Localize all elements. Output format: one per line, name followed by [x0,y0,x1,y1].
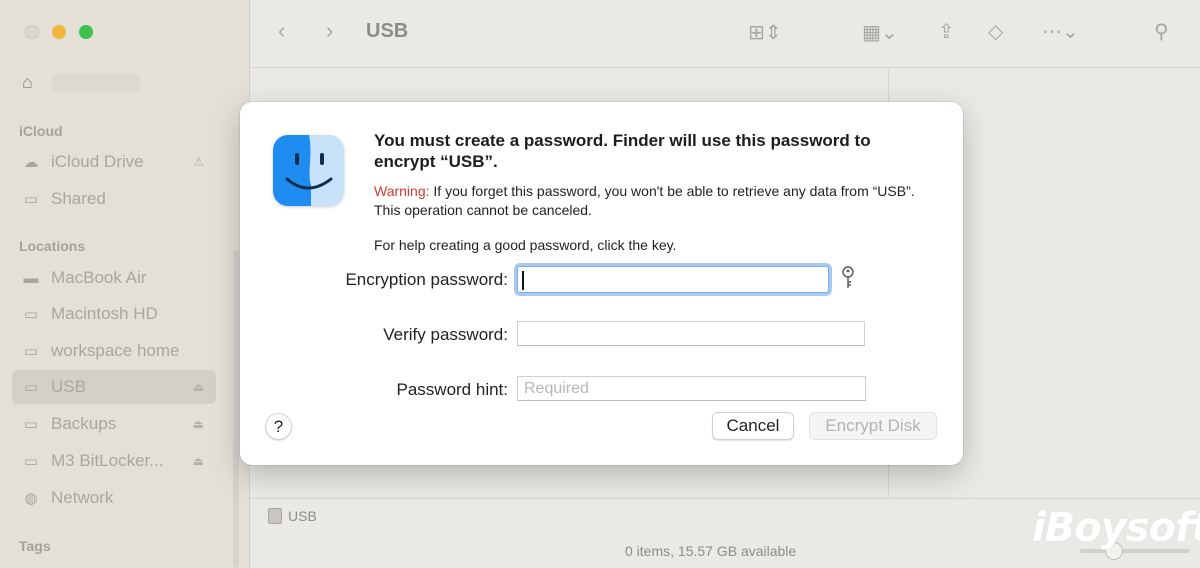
sidebar-item-network[interactable]: ◍ Network [12,481,216,515]
sidebar-section-icloud: iCloud [19,123,63,139]
tag-icon[interactable]: ◇ [988,19,1003,44]
window-title: USB [366,20,409,42]
network-drive-icon: ▭ [23,343,39,360]
sidebar-item-label: M3 BitLocker... [51,451,164,470]
sidebar-item-macintosh-hd[interactable]: ▭ Macintosh HD [12,297,216,331]
home-icon: ⌂ [22,72,33,92]
warning-message: Warning: If you forget this password, yo… [374,182,934,220]
sidebar-item-label: workspace home [51,341,180,360]
sidebar-item-label: iCloud Drive [51,152,144,171]
back-icon[interactable]: ‹ [278,18,285,44]
shared-folder-icon: ▭ [23,191,39,208]
drive-icon: ▭ [23,306,39,323]
sidebar-item-label: Network [51,488,114,507]
encryption-password-label: Encryption password: [345,270,508,289]
sidebar-item-label: Macintosh HD [51,304,158,323]
sidebar-item-backups[interactable]: ▭ Backups ⏏ [12,407,216,441]
dialog-headline: You must create a password. Finder will … [374,131,871,171]
finder-sidebar: ⌂ iCloud ☁ iCloud Drive ⚠ ▭ Shared Locat… [0,0,250,568]
external-drive-icon: ▭ [23,379,39,396]
iboysoft-watermark: iBoysoft [1032,505,1200,551]
external-drive-icon: ▭ [23,416,39,433]
sidebar-section-tags: Tags [19,538,51,554]
more-actions-icon[interactable]: ⋯⌄ [1042,19,1079,44]
forward-icon[interactable]: › [326,18,333,44]
sidebar-item-label: USB [51,377,86,396]
sidebar-item-icloud-drive[interactable]: ☁ iCloud Drive ⚠ [12,145,216,179]
verify-password-field[interactable] [517,321,865,346]
verify-password-label: Verify password: [383,325,508,344]
sidebar-section-locations: Locations [19,238,86,254]
disk-icon [268,507,282,524]
warning-label: Warning: [374,183,430,199]
finder-toolbar: ‹ › USB ⊞⇕ ▦⌄ ⇪ ◇ ⋯⌄ ⚲ [250,0,1200,68]
sidebar-item-label: Shared [51,189,106,208]
sidebar-item-m3-bitlocker[interactable]: ▭ M3 BitLocker... ⏏ [12,444,216,478]
sidebar-item-usb[interactable]: ▭ USB ⏏ [12,370,216,404]
key-icon[interactable] [840,266,856,290]
external-drive-icon: ▭ [23,453,39,470]
cloud-icon: ☁ [23,154,39,171]
password-hint-field[interactable] [517,376,866,401]
text-caret [522,271,524,290]
eject-icon[interactable]: ⏏ [193,417,204,431]
password-hint-label: Password hint: [396,380,509,399]
search-icon[interactable]: ⚲ [1154,19,1169,44]
finder-app-icon [273,135,344,206]
path-bar-item[interactable]: USB [288,508,317,524]
sidebar-item-workspace-home[interactable]: ▭ workspace home [12,334,216,368]
eject-icon[interactable]: ⏏ [193,380,204,394]
close-window-button[interactable] [25,25,39,39]
help-button[interactable]: ? [265,413,292,440]
eject-icon[interactable]: ⏏ [193,454,204,468]
zoom-window-button[interactable] [79,25,93,39]
share-icon[interactable]: ⇪ [938,19,955,44]
warning-text: If you forget this password, you won't b… [374,183,915,218]
sidebar-item-label: MacBook Air [51,268,147,287]
minimize-window-button[interactable] [52,25,66,39]
view-icon-grid-icon[interactable]: ⊞⇕ [748,20,782,45]
sidebar-item-macbook-air[interactable]: ▬ MacBook Air [12,261,216,295]
globe-icon: ◍ [24,490,38,507]
warning-icon: ⚠ [193,155,204,169]
help-text: For help creating a good password, click… [374,237,677,253]
sidebar-scrollbar[interactable] [233,250,239,568]
redacted-home-label [52,74,140,92]
cancel-button[interactable]: Cancel [712,412,794,440]
group-icon[interactable]: ▦⌄ [862,20,898,45]
sidebar-item-home[interactable]: ⌂ [22,72,140,93]
status-text: 0 items, 15.57 GB available [625,543,797,559]
encrypt-dialog: You must create a password. Finder will … [240,102,963,465]
sidebar-item-shared[interactable]: ▭ Shared [12,182,216,216]
sidebar-item-label: Backups [51,414,117,433]
laptop-icon: ▬ [23,269,39,287]
encryption-password-field[interactable] [517,266,829,293]
encrypt-disk-button[interactable]: Encrypt Disk [809,412,937,440]
